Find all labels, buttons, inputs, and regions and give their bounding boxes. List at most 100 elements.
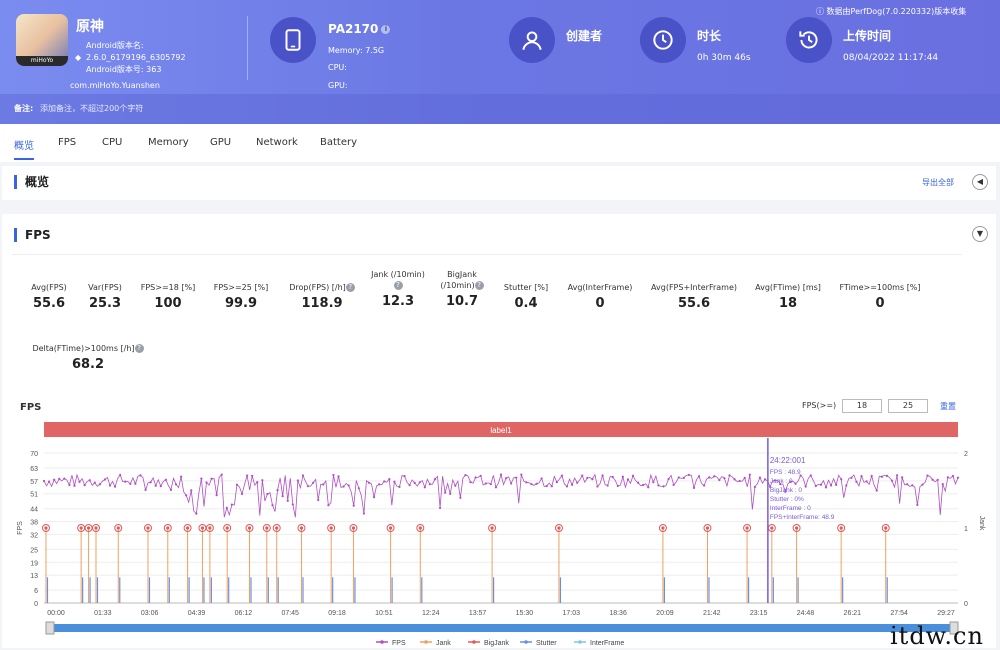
fps-point xyxy=(911,484,914,487)
fps-threshold-label: FPS(>=) xyxy=(802,401,837,410)
fps-point xyxy=(647,486,650,489)
metric-label: Var(FPS) xyxy=(88,283,122,292)
source-info-icon: ⓘ xyxy=(816,7,827,16)
collapse-down-icon[interactable]: ▼ xyxy=(972,226,988,242)
fps-point xyxy=(174,483,178,486)
fps-point xyxy=(220,473,223,476)
y-axis: 0 6 13 19 25 32 38 44 51 57 63 70 FPS xyxy=(17,451,38,608)
metric-value: 0.4 xyxy=(514,296,538,311)
fps-point xyxy=(672,483,675,486)
device-cpu: CPU: xyxy=(328,63,347,72)
metric-label: FPS>=25 [%] xyxy=(213,283,269,292)
y2-tick-label: 2 xyxy=(964,451,968,458)
fps-point xyxy=(941,483,944,486)
help-icon[interactable]: ? xyxy=(345,283,355,292)
x-tick-label: 04:39 xyxy=(188,610,206,617)
fps-point xyxy=(926,474,929,477)
fps-point xyxy=(372,496,376,499)
fps-point xyxy=(535,482,538,485)
reset-button[interactable]: 重置 xyxy=(940,401,956,412)
help-icon[interactable]: ? xyxy=(393,281,403,290)
fps-point xyxy=(916,503,919,507)
fps-point xyxy=(428,483,432,486)
label-band-text: label1 xyxy=(490,426,512,435)
fps-point xyxy=(616,484,619,488)
fps-point xyxy=(824,486,828,489)
time-range-slider[interactable] xyxy=(45,621,959,635)
fps-point xyxy=(504,477,508,480)
metric-label: Avg(FTime) [ms] xyxy=(755,283,821,292)
metric-fps-25: FPS>=25 [%] 99.9 xyxy=(206,282,276,310)
device-info-icon[interactable]: i xyxy=(381,25,391,34)
fps-point xyxy=(875,489,878,492)
fps-point xyxy=(570,483,574,486)
fps-point xyxy=(763,478,767,481)
fps-point xyxy=(951,474,955,478)
tab-cpu[interactable]: CPU xyxy=(102,137,122,148)
fps-point xyxy=(103,478,107,481)
tab-gpu[interactable]: GPU xyxy=(210,137,231,148)
note-bar: 备注: 添加备注，不超过200个字符 xyxy=(0,94,1000,124)
tab-battery[interactable]: Battery xyxy=(320,137,357,148)
fps-point xyxy=(266,492,269,496)
metric-label: Stutter [%] xyxy=(503,283,549,292)
bigjank-dot xyxy=(116,526,120,530)
fps-point xyxy=(484,482,487,485)
fps-point xyxy=(890,479,894,482)
device-name: PA2170 i xyxy=(328,22,391,36)
threshold-input-1[interactable]: 18 xyxy=(842,399,882,413)
tab-memory[interactable]: Memory xyxy=(148,137,189,148)
bigjank-dot xyxy=(490,526,494,530)
metric-avg-interframe: Avg(InterFrame) 0 xyxy=(560,282,640,310)
note-input[interactable]: 添加备注，不超过200个字符 xyxy=(40,103,143,115)
fps-point xyxy=(215,493,218,497)
tooltip-line: Stutter : 0% xyxy=(770,496,804,503)
fps-point xyxy=(550,485,553,488)
fps-point xyxy=(474,476,477,479)
fps-point xyxy=(42,479,46,483)
collapse-left-icon[interactable]: ◀ xyxy=(972,174,988,190)
fps-point xyxy=(576,481,579,484)
fps-point xyxy=(855,480,858,483)
fps-chart[interactable]: label1 0 6 13 19 25 32 38 44 51 57 63 70 FPS 0 1 2 Jank… xyxy=(0,418,1000,648)
legend-dot xyxy=(424,640,428,644)
tab-fps[interactable]: FPS xyxy=(58,137,76,148)
fps-point xyxy=(652,480,655,484)
slider-handle-left xyxy=(45,621,55,635)
bigjank-dot xyxy=(44,526,48,530)
bigjank-dot xyxy=(839,526,843,530)
source-note-text: 数据由PerfDog(7.0.220332)版本收集 xyxy=(826,7,967,16)
y-tick-label: 13 xyxy=(30,573,38,580)
metric-label: Jank (/10min) xyxy=(371,270,425,279)
y-tick-label: 57 xyxy=(30,479,38,486)
bigjank-dot xyxy=(79,526,83,530)
jank-spikes xyxy=(41,524,890,603)
android-icon: ◆ xyxy=(75,53,82,62)
help-icon[interactable]: ? xyxy=(474,281,484,290)
fps-point xyxy=(251,474,254,477)
x-tick-label: 00:00 xyxy=(47,610,65,617)
help-icon[interactable]: ? xyxy=(134,344,144,353)
fps-point xyxy=(159,485,162,488)
fps-point xyxy=(880,475,883,478)
fps-point xyxy=(804,485,807,488)
bigjank-dot xyxy=(275,526,279,530)
fps-point xyxy=(687,473,690,476)
upload-time-value: 08/04/2022 11:17:44 xyxy=(843,53,939,63)
fps-point xyxy=(342,485,345,488)
tab-overview[interactable]: 概览 xyxy=(14,137,34,152)
bigjank-dot xyxy=(418,526,422,530)
fps-point xyxy=(144,488,147,491)
bigjank-dot xyxy=(86,526,91,530)
clock-icon xyxy=(640,17,686,63)
upload-time-label: 上传时间 xyxy=(843,29,892,43)
fps-point xyxy=(682,476,685,479)
fps-point xyxy=(748,473,751,476)
threshold-input-2[interactable]: 25 xyxy=(888,399,928,413)
fps-point xyxy=(281,495,284,498)
export-all-link[interactable]: 导出全部 xyxy=(922,177,954,188)
phone-icon xyxy=(270,17,316,63)
x-tick-label: 15:30 xyxy=(516,610,534,617)
tab-network[interactable]: Network xyxy=(256,137,298,148)
fps-point xyxy=(88,479,91,482)
